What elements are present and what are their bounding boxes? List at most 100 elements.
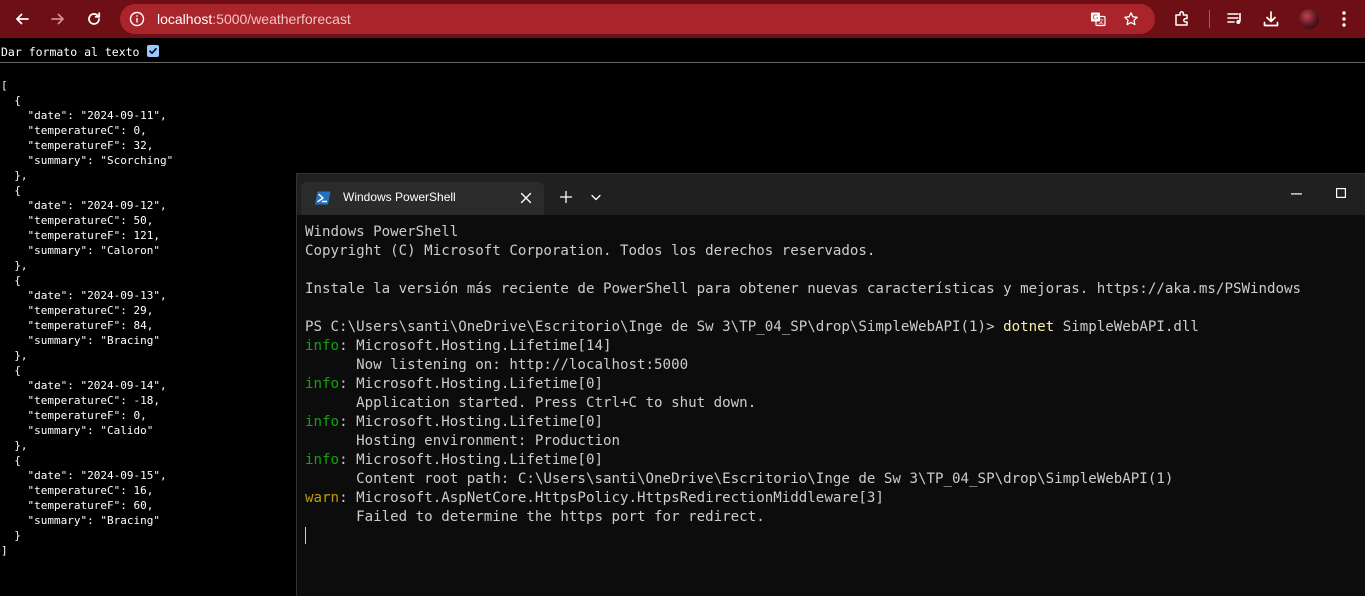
terminal-line: info: Microsoft.Hosting.Lifetime[14] xyxy=(305,337,1301,356)
json-line: "temperatureF": 60, xyxy=(1,499,154,512)
terminal-line: info: Microsoft.Hosting.Lifetime[0] xyxy=(305,375,1301,394)
json-line: "date": "2024-09-15", xyxy=(1,469,167,482)
prettyprint-bar: Dar formato al texto xyxy=(0,42,1365,63)
json-line: { xyxy=(1,364,21,377)
terminal-text: PS C:\Users\santi\OneDrive\Escritorio\In… xyxy=(305,319,1004,335)
json-line: "summary": "Caloron" xyxy=(1,244,160,257)
svg-text:文: 文 xyxy=(1098,18,1104,26)
terminal-prompt-line[interactable] xyxy=(305,527,1301,546)
json-line: "summary": "Bracing" xyxy=(1,334,160,347)
terminal-info-text: info xyxy=(305,452,340,468)
kebab-menu-icon[interactable] xyxy=(1334,9,1354,29)
terminal-info-text: info xyxy=(305,376,340,392)
download-icon[interactable] xyxy=(1262,10,1280,28)
json-line: "date": "2024-09-14", xyxy=(1,379,167,392)
terminal-info-text: info xyxy=(305,414,340,430)
terminal-text: : Microsoft.Hosting.Lifetime[0] xyxy=(339,376,603,392)
json-line: "temperatureC": 50, xyxy=(1,214,154,227)
json-line: }, xyxy=(1,349,28,362)
terminal-line: Failed to determine the https port for r… xyxy=(305,508,1301,527)
json-line: "date": "2024-09-12", xyxy=(1,199,167,212)
json-line: { xyxy=(1,274,21,287)
toolbar-divider xyxy=(1209,10,1210,28)
puzzle-icon[interactable] xyxy=(1173,10,1191,28)
terminal-info-text: info xyxy=(305,338,340,354)
terminal-line: PS C:\Users\santi\OneDrive\Escritorio\In… xyxy=(305,318,1301,337)
terminal-output[interactable]: Windows PowerShell Copyright (C) Microsof… xyxy=(305,223,1301,546)
terminal-titlebar[interactable]: Windows PowerShell xyxy=(297,174,1365,215)
reload-icon xyxy=(88,12,101,25)
translate-icon[interactable]: G文 xyxy=(1090,11,1106,27)
terminal-text: Now listening on: http://localhost:5000 xyxy=(305,357,689,373)
json-line: "temperatureC": 29, xyxy=(1,304,154,317)
json-line: }, xyxy=(1,169,28,182)
prettyprint-checkbox[interactable] xyxy=(147,45,159,57)
forward-button[interactable] xyxy=(48,9,68,29)
address-bar[interactable]: localhost:5000/weatherforecast G文 xyxy=(120,4,1155,34)
close-icon[interactable] xyxy=(520,192,532,204)
terminal-text: Failed to determine the https port for r… xyxy=(305,509,765,525)
json-response: [ { "date": "2024-09-11", "temperatureC"… xyxy=(1,78,173,558)
minimize-icon[interactable] xyxy=(1291,193,1302,195)
terminal-line: info: Microsoft.Hosting.Lifetime[0] xyxy=(305,451,1301,470)
terminal-text: Content root path: C:\Users\santi\OneDri… xyxy=(305,471,1174,487)
terminal-text: Windows PowerShell xyxy=(305,224,459,240)
arrow-left-icon xyxy=(16,13,29,25)
arrow-right-icon xyxy=(51,13,64,25)
terminal-text: : Microsoft.AspNetCore.HttpsPolicy.Https… xyxy=(339,490,884,506)
terminal-line: Now listening on: http://localhost:5000 xyxy=(305,356,1301,375)
json-line: "temperatureC": 16, xyxy=(1,484,154,497)
checkmark-icon xyxy=(149,48,157,54)
url-host: localhost xyxy=(157,11,213,27)
chevron-down-icon[interactable] xyxy=(591,194,601,201)
terminal-line: warn: Microsoft.AspNetCore.HttpsPolicy.H… xyxy=(305,489,1301,508)
json-line: "temperatureF": 0, xyxy=(1,409,147,422)
star-icon[interactable] xyxy=(1123,11,1139,27)
back-button[interactable] xyxy=(12,9,32,29)
terminal-text: : Microsoft.Hosting.Lifetime[0] xyxy=(339,452,603,468)
json-line: "summary": "Bracing" xyxy=(1,514,160,527)
terminal-warn-text: warn xyxy=(305,490,340,506)
terminal-tab[interactable]: Windows PowerShell xyxy=(301,182,544,215)
json-line: "temperatureC": -18, xyxy=(1,394,160,407)
terminal-text: Copyright (C) Microsoft Corporation. Tod… xyxy=(305,243,876,259)
terminal-text: Instale la versión más reciente de Power… xyxy=(305,281,1302,297)
terminal-line: Windows PowerShell xyxy=(305,223,1301,242)
json-line: { xyxy=(1,454,21,467)
terminal-line: Hosting environment: Production xyxy=(305,432,1301,451)
json-line: "temperatureC": 0, xyxy=(1,124,147,137)
avatar[interactable] xyxy=(1299,9,1319,29)
json-line: "date": "2024-09-13", xyxy=(1,289,167,302)
json-line: "summary": "Calido" xyxy=(1,424,154,437)
terminal-text: Application started. Press Ctrl+C to shu… xyxy=(305,395,757,411)
plus-icon[interactable] xyxy=(560,191,572,203)
terminal-text: : Microsoft.Hosting.Lifetime[0] xyxy=(339,414,603,430)
site-info-icon[interactable] xyxy=(129,11,145,27)
url-text[interactable]: localhost:5000/weatherforecast xyxy=(157,11,351,27)
json-line: "temperatureF": 84, xyxy=(1,319,154,332)
json-line: { xyxy=(1,184,21,197)
terminal-line: Content root path: C:\Users\santi\OneDri… xyxy=(305,470,1301,489)
json-line: "temperatureF": 32, xyxy=(1,139,154,152)
json-line: }, xyxy=(1,259,28,272)
json-line: }, xyxy=(1,439,28,452)
media-queue-icon[interactable] xyxy=(1226,10,1244,28)
terminal-line: Application started. Press Ctrl+C to shu… xyxy=(305,394,1301,413)
json-line: ] xyxy=(1,544,8,557)
json-line: [ xyxy=(1,79,8,92)
json-line: } xyxy=(1,529,21,542)
text-cursor xyxy=(305,527,306,544)
powershell-icon xyxy=(315,191,331,205)
terminal-line: info: Microsoft.Hosting.Lifetime[0] xyxy=(305,413,1301,432)
json-line: "date": "2024-09-11", xyxy=(1,109,167,122)
prettyprint-label: Dar formato al texto xyxy=(1,45,140,59)
terminal-cmd-text: dotnet xyxy=(1003,319,1055,335)
maximize-icon[interactable] xyxy=(1336,188,1346,198)
terminal-line: Instale la versión más reciente de Power… xyxy=(305,280,1301,299)
json-line: "summary": "Scorching" xyxy=(1,154,174,167)
terminal-line: Copyright (C) Microsoft Corporation. Tod… xyxy=(305,242,1301,261)
json-line: { xyxy=(1,94,21,107)
reload-button[interactable] xyxy=(84,9,104,29)
